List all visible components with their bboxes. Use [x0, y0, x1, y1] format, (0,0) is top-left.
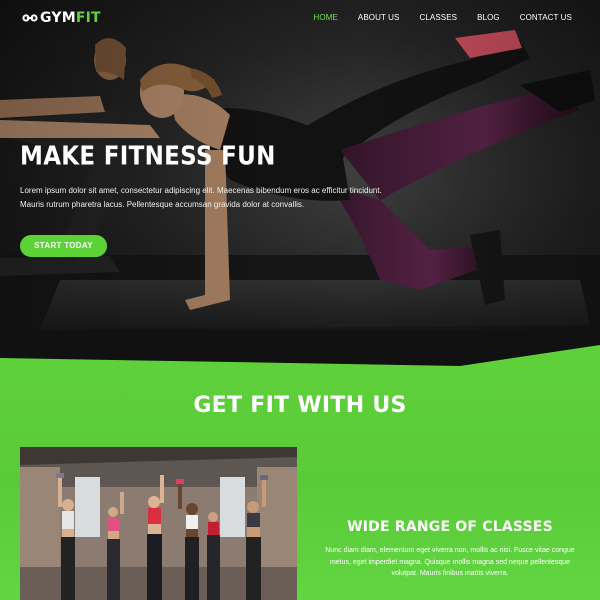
top-navbar: GYMFIT HOME ABOUT US CLASSES BLOG CONTAC… [0, 0, 600, 36]
section-title: GET FIT WITH US [193, 393, 407, 418]
site-logo[interactable]: GYMFIT [22, 10, 101, 26]
feature-description: Nunc diam diam, elementum eget viverra n… [325, 547, 575, 577]
nav-blog[interactable]: BLOG [477, 13, 500, 22]
nav-classes[interactable]: CLASSES [419, 13, 457, 22]
feature-title: WIDE RANGE OF CLASSES [347, 519, 553, 535]
logo-text: GYMFIT [40, 10, 101, 26]
hero-section: GYMFIT HOME ABOUT US CLASSES BLOG CONTAC… [0, 0, 600, 378]
dumbbell-icon [22, 14, 38, 22]
main-nav: HOME ABOUT US CLASSES BLOG CONTACT US [294, 13, 572, 22]
nav-home[interactable]: HOME [314, 13, 338, 22]
section-divider [0, 330, 600, 366]
fitness-class-image [20, 447, 297, 600]
fitness-class-illustration [20, 447, 297, 600]
start-today-button[interactable]: START TODAY [20, 235, 107, 257]
logo-accent: FIT [75, 10, 101, 26]
nav-about-us[interactable]: ABOUT US [358, 13, 400, 22]
logo-prefix: GYM [40, 10, 76, 26]
nav-contact-us[interactable]: CONTACT US [520, 13, 572, 22]
hero-title: MAKE FITNESS FUN [20, 142, 276, 172]
hero-description: Lorem ipsum dolor sit amet, consectetur … [20, 186, 382, 209]
